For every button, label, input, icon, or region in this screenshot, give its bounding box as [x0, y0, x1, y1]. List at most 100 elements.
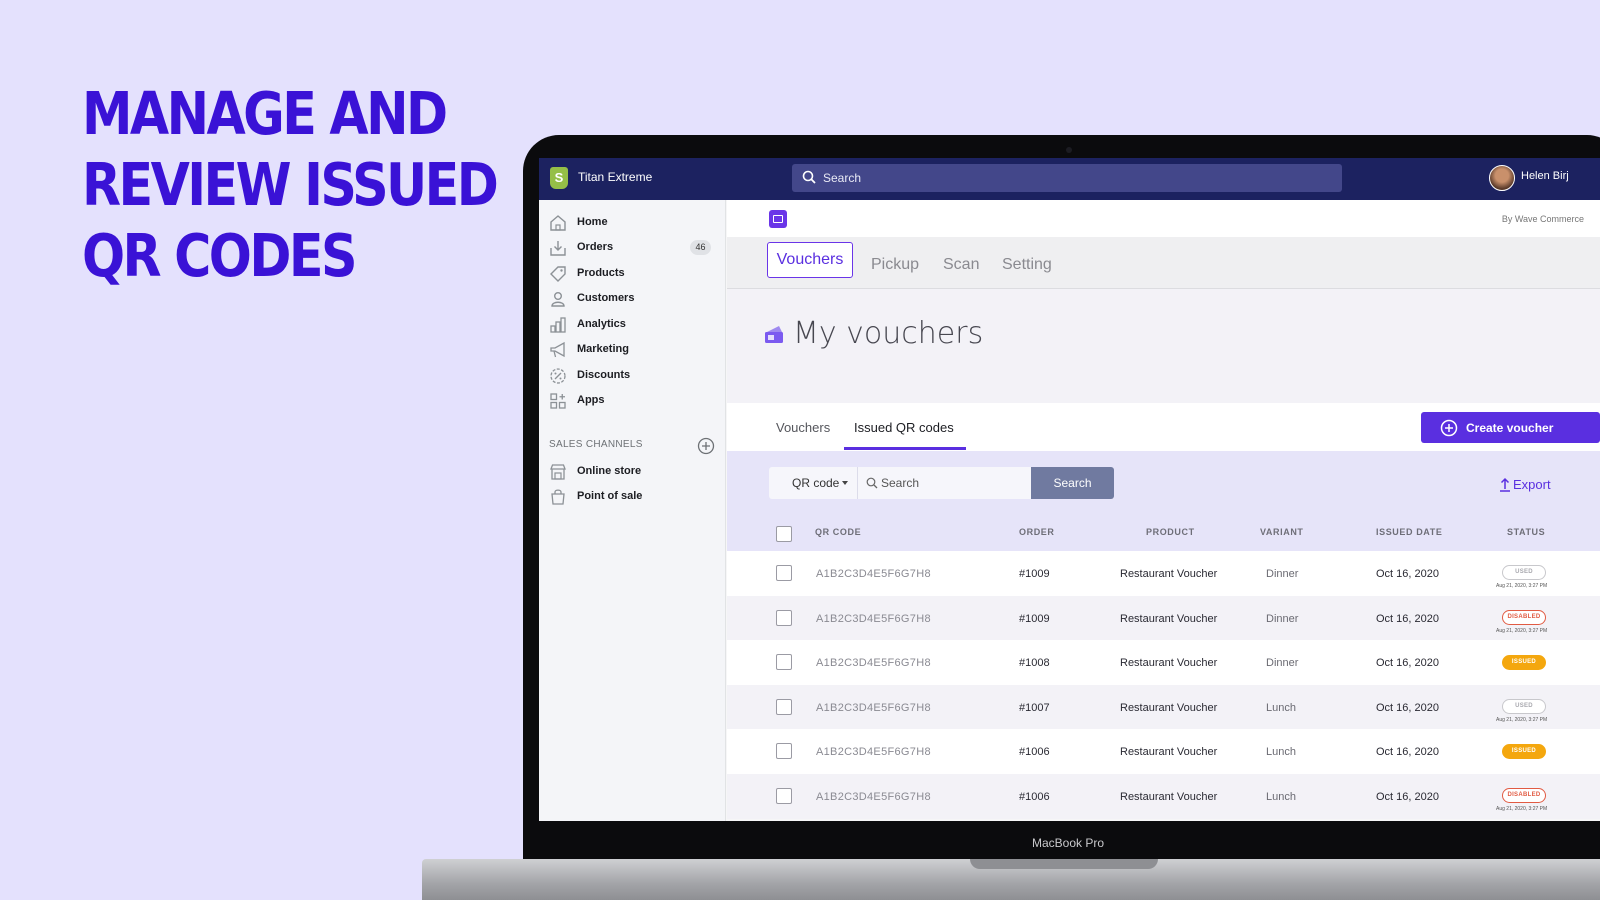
product-cell: Restaurant Voucher [1120, 613, 1218, 625]
status-badge: USED [1502, 699, 1546, 714]
variant-cell: Dinner [1266, 657, 1299, 669]
issued-date-cell: Oct 16, 2020 [1376, 568, 1439, 580]
headline-line-3: QR CODES [82, 221, 358, 290]
sidebar-item-orders[interactable]: Orders 46 [539, 236, 725, 261]
sidebar: Home Orders 46 Products Customers Analyt… [539, 200, 726, 821]
sidebar-item-label: Point of sale [577, 490, 643, 502]
sidebar-item-analytics[interactable]: Analytics [539, 313, 725, 338]
global-search-input[interactable]: Search [792, 164, 1342, 192]
tab-issued-qr-codes[interactable]: Issued QR codes [854, 420, 954, 435]
plus-circle-icon [1440, 419, 1458, 437]
variant-cell: Lunch [1266, 746, 1296, 758]
add-channel-icon[interactable] [697, 437, 715, 455]
column-header-qr-code[interactable]: QR CODE [815, 527, 861, 537]
row-checkbox[interactable] [776, 788, 792, 804]
app-header: By Wave Commerce [727, 200, 1600, 237]
tab-scan[interactable]: Scan [943, 256, 979, 274]
issued-date-cell: Oct 16, 2020 [1376, 613, 1439, 625]
row-checkbox[interactable] [776, 565, 792, 581]
laptop-model-label: MacBook Pro [1031, 836, 1105, 850]
wave-app-logo-icon[interactable] [769, 210, 787, 228]
row-checkbox[interactable] [776, 654, 792, 670]
order-cell: #1007 [1019, 702, 1050, 714]
sidebar-item-label: Orders [577, 241, 614, 253]
user-name[interactable]: Helen Birj [1521, 170, 1569, 182]
qr-code-cell: A1B2C3D4E5F6G7H8 [816, 613, 931, 625]
product-cell: Restaurant Voucher [1120, 702, 1218, 714]
search-button[interactable]: Search [1031, 467, 1114, 499]
status-badge: DISABLED [1502, 788, 1546, 803]
app-nav-tabs: Vouchers Pickup Scan Setting [727, 237, 1600, 289]
voucher-sub-tabs: Vouchers Issued QR codes Create voucher [727, 403, 1600, 451]
sidebar-item-point-of-sale[interactable]: Point of sale [539, 485, 725, 510]
megaphone-icon [550, 341, 565, 358]
sidebar-item-label: Apps [577, 394, 605, 406]
create-voucher-label: Create voucher [1466, 421, 1554, 435]
sidebar-item-apps[interactable]: Apps [539, 389, 725, 414]
qr-code-cell: A1B2C3D4E5F6G7H8 [816, 791, 931, 803]
sidebar-item-online-store[interactable]: Online store [539, 460, 725, 485]
table-row[interactable]: A1B2C3D4E5F6G7H8 #1009 Restaurant Voucher D… [727, 551, 1600, 596]
select-all-checkbox[interactable] [776, 526, 792, 542]
sidebar-item-home[interactable]: Home [539, 211, 725, 236]
export-icon [1500, 477, 1510, 492]
sidebar-item-label: Customers [577, 292, 635, 304]
sidebar-item-customers[interactable]: Customers [539, 287, 725, 312]
sidebar-item-label: Online store [577, 465, 642, 477]
row-checkbox[interactable] [776, 743, 792, 759]
status-badge: DISABLED [1502, 610, 1546, 625]
status-timestamp: Aug 21, 2020, 3:27 PM [1496, 583, 1548, 589]
column-header-variant[interactable]: VARIANT [1260, 527, 1304, 537]
headline-line-1: MANAGE AND [82, 79, 448, 148]
issued-date-cell: Oct 16, 2020 [1376, 791, 1439, 803]
qr-code-cell: A1B2C3D4E5F6G7H8 [816, 702, 931, 714]
column-header-product[interactable]: PRODUCT [1146, 527, 1195, 537]
tab-vouchers[interactable]: Vouchers [767, 242, 853, 278]
sidebar-item-label: Products [577, 267, 625, 279]
status-timestamp: Aug 21, 2020, 3:27 PM [1496, 717, 1548, 723]
by-wave-commerce-label: By Wave Commerce [1501, 214, 1584, 224]
shopping-bag-icon [551, 489, 565, 505]
laptop-notch [970, 859, 1158, 869]
sidebar-item-label: Marketing [577, 343, 629, 355]
row-checkbox[interactable] [776, 610, 792, 626]
variant-cell: Lunch [1266, 791, 1296, 803]
table-row[interactable]: A1B2C3D4E5F6G7H8 #1009 Restaurant Voucher D… [727, 596, 1600, 641]
home-icon [550, 215, 566, 231]
table-row[interactable]: A1B2C3D4E5F6G7H8 #1006 Restaurant Voucher L… [727, 774, 1600, 819]
product-cell: Restaurant Voucher [1120, 568, 1218, 580]
tab-vouchers-list[interactable]: Vouchers [776, 420, 830, 435]
table-row[interactable]: A1B2C3D4E5F6G7H8 #1008 Restaurant Voucher D… [727, 640, 1600, 685]
discount-icon [550, 368, 566, 384]
sales-channels-heading: SALES CHANNELS [549, 439, 643, 450]
storefront-icon [550, 464, 566, 480]
orders-count-badge: 46 [690, 240, 711, 255]
tab-setting[interactable]: Setting [1002, 256, 1052, 274]
column-header-issued-date[interactable]: ISSUED DATE [1376, 527, 1442, 537]
column-header-status[interactable]: STATUS [1507, 527, 1545, 537]
table-row[interactable]: A1B2C3D4E5F6G7H8 #1006 Restaurant Voucher L… [727, 729, 1600, 774]
person-icon [551, 292, 565, 307]
sidebar-item-label: Discounts [577, 369, 631, 381]
status-timestamp: Aug 21, 2020, 3:27 PM [1496, 628, 1548, 634]
tab-pickup[interactable]: Pickup [871, 256, 919, 274]
qr-code-cell: A1B2C3D4E5F6G7H8 [816, 568, 931, 580]
table-row[interactable]: A1B2C3D4E5F6G7H8 #1007 Restaurant Voucher L… [727, 685, 1600, 730]
headline-line-2: REVIEW ISSUED [82, 150, 499, 219]
order-cell: #1006 [1019, 746, 1050, 758]
sidebar-item-products[interactable]: Products [539, 262, 725, 287]
sidebar-item-marketing[interactable]: Marketing [539, 338, 725, 363]
sidebar-item-discounts[interactable]: Discounts [539, 364, 725, 389]
bar-chart-icon [550, 317, 566, 333]
qr-search-input[interactable]: Search [857, 467, 1031, 499]
create-voucher-button[interactable]: Create voucher [1421, 412, 1600, 443]
orders-icon [550, 241, 566, 256]
column-header-order[interactable]: ORDER [1019, 527, 1055, 537]
page-title: My vouchers [793, 316, 984, 351]
shopify-logo-icon[interactable]: S [550, 167, 568, 189]
search-icon [866, 477, 878, 489]
row-checkbox[interactable] [776, 699, 792, 715]
filter-field-select[interactable]: QR code [769, 467, 857, 499]
store-name[interactable]: Titan Extreme [578, 170, 652, 184]
avatar[interactable] [1489, 165, 1515, 191]
